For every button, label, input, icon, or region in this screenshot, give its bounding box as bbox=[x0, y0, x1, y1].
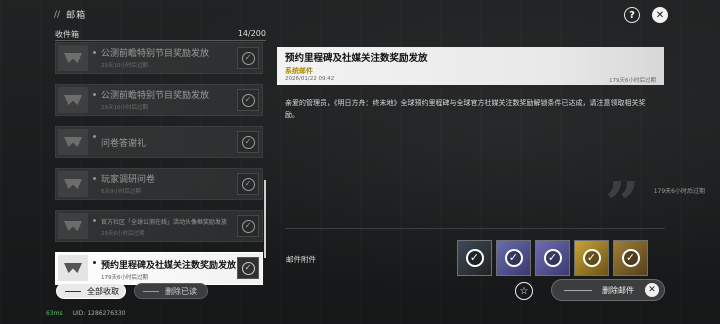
mail-thumb bbox=[58, 87, 88, 113]
dash-icon bbox=[564, 289, 592, 291]
collected-icon: ✓ bbox=[237, 215, 259, 237]
collected-icon: ✓ bbox=[237, 89, 259, 111]
mail-expire: 6天9小时后过期 bbox=[101, 189, 141, 195]
attachment-divider bbox=[285, 228, 665, 229]
bullet-icon bbox=[93, 177, 96, 180]
inbox-header: 收件箱 14/200 bbox=[55, 29, 266, 41]
bullet-icon bbox=[93, 51, 96, 54]
collected-icon: ✓ bbox=[237, 47, 259, 69]
reward-item[interactable]: ✓ bbox=[613, 240, 648, 276]
logo-icon bbox=[64, 179, 82, 189]
mail-item[interactable]: 公测前瞻特别节目奖励发放 29天10小时后过期 ✓ bbox=[55, 42, 263, 74]
page-header: // 邮箱 bbox=[54, 8, 87, 22]
attachment-list: ✓ ✓ ✓ ✓ ✓ bbox=[457, 240, 648, 276]
mail-item[interactable]: 官方社区「全球公测在线」活动头像框奖励发放 29天6小时后过期 ✓ bbox=[55, 210, 263, 242]
delete-read-button[interactable]: 删除已读 bbox=[134, 283, 208, 299]
mail-title: 公测前瞻特别节目奖励发放 bbox=[101, 91, 210, 101]
inbox-divider bbox=[55, 40, 266, 41]
logo-icon bbox=[64, 263, 82, 273]
uid-readout: UID: 1286276330 bbox=[72, 310, 126, 317]
detail-category: 系统邮件 bbox=[285, 67, 313, 75]
inbox-count: 14/200 bbox=[237, 29, 266, 38]
bullet-icon bbox=[93, 93, 96, 96]
mail-thumb bbox=[58, 255, 88, 281]
reward-item[interactable]: ✓ bbox=[496, 240, 531, 276]
collect-all-button[interactable]: 全部收取 bbox=[56, 283, 126, 299]
check-icon: ✓ bbox=[582, 249, 601, 267]
quote-icon: ” bbox=[605, 170, 640, 240]
mail-title: 公测前瞻特别节目奖励发放 bbox=[101, 49, 210, 59]
attachments-label: 邮件附件 bbox=[286, 255, 316, 264]
bullet-icon bbox=[93, 261, 96, 264]
mail-expire: 29天10小时后过期 bbox=[101, 63, 148, 69]
mail-thumb bbox=[58, 213, 88, 239]
mail-item[interactable]: 问卷答谢礼 ✓ bbox=[55, 126, 263, 158]
collected-icon: ✓ bbox=[237, 173, 259, 195]
detail-expire: 179天6小时后过期 bbox=[609, 78, 656, 84]
detail-header: 预约里程碑及社媒关注数奖励发放 系统邮件 2026/01/22 09:42 17… bbox=[277, 47, 664, 85]
bullet-icon bbox=[93, 219, 96, 222]
check-icon: ✓ bbox=[504, 249, 523, 267]
reward-item[interactable]: ✓ bbox=[457, 240, 492, 276]
logo-icon bbox=[64, 221, 82, 231]
detail-body: 亲爱的管理员，《明日方舟：终末地》全球预约里程碑与全球官方社媒关注数奖励解锁条件… bbox=[285, 99, 646, 119]
mail-title: 问卷答谢礼 bbox=[101, 139, 147, 149]
status-footer: 63ms UID: 1286276330 bbox=[46, 310, 126, 317]
mail-thumb bbox=[58, 45, 88, 71]
bullet-icon bbox=[93, 135, 96, 138]
close-icon[interactable]: ✕ bbox=[652, 7, 668, 23]
check-icon: ✓ bbox=[543, 249, 562, 267]
star-button[interactable]: ☆ bbox=[515, 282, 533, 300]
mail-title: 官方社区「全球公测在线」活动头像框奖励发放 bbox=[101, 219, 228, 226]
collect-all-label: 全部收取 bbox=[87, 286, 119, 296]
ping-readout: 63ms bbox=[46, 310, 63, 317]
collected-icon: ✓ bbox=[237, 257, 259, 279]
inbox-title: 收件箱 bbox=[55, 30, 79, 39]
close-icon: ✕ bbox=[645, 283, 659, 297]
header-bars: // bbox=[54, 9, 61, 20]
mail-item[interactable]: 公测前瞻特别节目奖励发放 29天10小时后过期 ✓ bbox=[55, 84, 263, 116]
delete-mail-label: 删除邮件 bbox=[602, 285, 634, 295]
detail-title: 预约里程碑及社媒关注数奖励发放 bbox=[285, 53, 428, 64]
reward-item[interactable]: ✓ bbox=[574, 240, 609, 276]
mail-item-selected[interactable]: 预约里程碑及社媒关注数奖励发放 179天6小时后过期 ✓ bbox=[55, 252, 263, 285]
dash-icon bbox=[65, 290, 81, 292]
mail-list[interactable]: 公测前瞻特别节目奖励发放 29天10小时后过期 ✓ 公测前瞻特别节目奖励发放 2… bbox=[55, 42, 263, 295]
mail-item[interactable]: 玩家调研问卷 6天9小时后过期 ✓ bbox=[55, 168, 263, 200]
mail-title: 玩家调研问卷 bbox=[101, 175, 156, 185]
check-icon: ✓ bbox=[465, 249, 484, 267]
mail-expire: 29天10小时后过期 bbox=[101, 105, 148, 111]
mail-expire: 29天6小时后过期 bbox=[101, 231, 145, 237]
mail-title: 预约里程碑及社媒关注数奖励发放 bbox=[101, 261, 237, 271]
page-title: 邮箱 bbox=[66, 11, 87, 21]
mail-thumb bbox=[58, 171, 88, 197]
list-scrollbar[interactable] bbox=[264, 180, 266, 258]
delete-mail-button[interactable]: 删除邮件 ✕ bbox=[551, 279, 665, 301]
logo-icon bbox=[64, 53, 82, 63]
logo-icon bbox=[64, 95, 82, 105]
detail-expire-secondary: 179天6小时后过期 bbox=[653, 188, 705, 195]
top-icons: ? ✕ bbox=[624, 7, 668, 23]
help-icon[interactable]: ? bbox=[624, 7, 640, 23]
reward-item[interactable]: ✓ bbox=[535, 240, 570, 276]
logo-icon bbox=[64, 137, 82, 147]
mail-thumb bbox=[58, 129, 88, 155]
detail-date: 2026/01/22 09:42 bbox=[285, 76, 335, 82]
dash-icon bbox=[143, 290, 159, 292]
mail-expire: 179天6小时后过期 bbox=[101, 275, 148, 281]
collected-icon: ✓ bbox=[237, 131, 259, 153]
check-icon: ✓ bbox=[621, 249, 640, 267]
delete-read-label: 删除已读 bbox=[165, 286, 197, 296]
